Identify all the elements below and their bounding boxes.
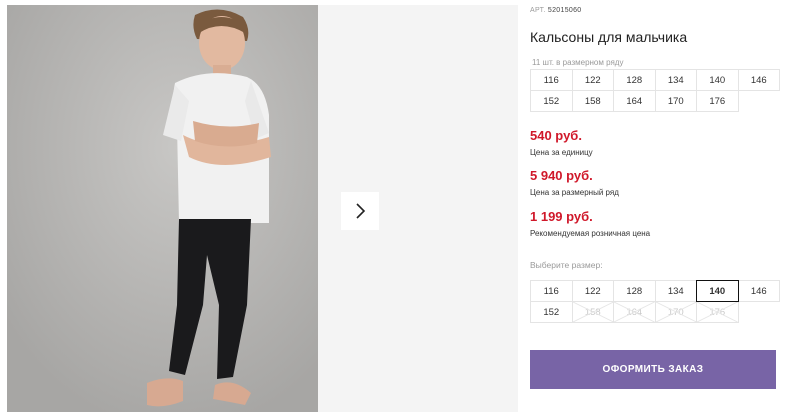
assortment-size-134: 134 [654,69,697,91]
size-option-116[interactable]: 116 [530,280,573,302]
assortment-size-128: 128 [613,69,656,91]
unavailable-cross-icon [655,302,696,322]
size-option-164: 164 [613,301,656,323]
assortment-note: 11 шт. в размерном ряду [532,58,624,67]
assortment-size-170: 170 [654,90,697,112]
sku: АРТ. 52015060 [530,7,581,14]
gallery-next-button[interactable] [341,192,379,230]
retail-price-label: Рекомендуемая розничная цена [530,229,651,238]
size-option-176: 176 [696,301,739,323]
retail-price: 1 199 руб. [530,209,593,224]
size-option-170: 170 [654,301,697,323]
sku-value: 52015060 [547,7,582,14]
unavailable-cross-icon [614,302,655,322]
size-option-140[interactable]: 140 [696,280,739,302]
size-option-label: 116 [543,285,559,297]
unavailable-cross-icon [572,302,613,322]
assortment-size-152: 152 [530,90,573,112]
choose-size-label: Выберите размер: [530,260,603,270]
size-option-158: 158 [571,301,614,323]
size-option-152[interactable]: 152 [530,301,573,323]
size-option-label: 128 [626,285,643,297]
assortment-size-140: 140 [696,69,739,91]
assortment-size-grid: 116 122 128 134 140 146 152 158 164 170 176 [530,69,780,112]
unavailable-cross-icon [697,302,738,322]
sku-label: АРТ. [530,7,546,14]
size-option-label: 122 [584,285,601,297]
size-option-128[interactable]: 128 [613,280,656,302]
chevron-right-icon [356,203,366,219]
product-photo [7,5,318,412]
assortment-size-116: 116 [530,69,573,91]
set-price: 5 940 руб. [530,168,593,183]
assortment-size-158: 158 [571,90,614,112]
product-photo-illustration [7,5,318,412]
assortment-size-122: 122 [571,69,614,91]
size-option-122[interactable]: 122 [571,280,614,302]
size-option-label: 134 [667,285,684,297]
size-option-label: 152 [543,306,560,318]
unit-price: 540 руб. [530,128,582,143]
size-option-label: 146 [750,285,767,297]
product-title: Кальсоны для мальчика [530,29,688,45]
size-option-134[interactable]: 134 [654,280,697,302]
place-order-button[interactable]: ОФОРМИТЬ ЗАКАЗ [530,350,776,389]
unit-price-label: Цена за единицу [530,148,593,157]
assortment-size-176: 176 [696,90,739,112]
set-price-label: Цена за размерный ряд [530,188,619,197]
assortment-size-164: 164 [613,90,656,112]
size-option-label: 140 [709,285,726,297]
size-select-grid: 116 122 128 134 140 146 152 158164170176 [530,280,780,323]
size-option-146[interactable]: 146 [737,280,780,302]
assortment-size-146: 146 [737,69,780,91]
